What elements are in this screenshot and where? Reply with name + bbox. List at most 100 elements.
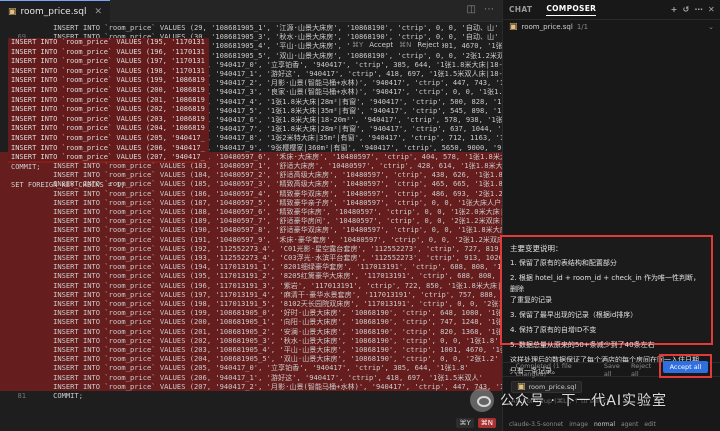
deleted-code-line[interactable]: INSERT INTO `room_price` VALUES (205, '9… bbox=[0, 363, 502, 373]
summary-point-2b: 了重复的记录 bbox=[510, 296, 552, 304]
tab-chat[interactable]: CHAT bbox=[509, 5, 532, 14]
save-all-button[interactable]: Save all bbox=[604, 362, 627, 378]
deleted-code-line[interactable]: INSERT INTO `room_price` VALUES (193, '1… bbox=[0, 253, 503, 263]
deleted-code-line[interactable]: INSERT INTO `room_price` VALUES (189, '1… bbox=[0, 216, 503, 226]
composer-bottom-bar: claude-3.5-sonnet image normal agent edi… bbox=[503, 418, 720, 431]
diff-line: INSERT INTO `room_price` VALUES (201, '1… bbox=[8, 95, 209, 106]
chevron-right-icon[interactable]: › bbox=[509, 366, 512, 374]
more-icon[interactable]: ⋯ bbox=[484, 4, 494, 15]
tab-composer[interactable]: COMPOSER bbox=[546, 4, 597, 16]
reject-file-button[interactable]: ⌘N bbox=[477, 418, 496, 428]
more-icon[interactable]: ⋯ bbox=[695, 5, 703, 14]
database-icon: ▣ bbox=[8, 6, 17, 17]
deleted-code-line[interactable]: INSERT INTO `room_price` VALUES (192, '1… bbox=[0, 243, 503, 253]
deleted-code-line[interactable]: INSERT INTO `room_price` VALUES (190, '1… bbox=[0, 225, 503, 235]
watermark-text: 公众号 · 下一代AI实验室 bbox=[500, 393, 668, 409]
deleted-code-line[interactable]: INSERT INTO `room_price` VALUES (194, '1… bbox=[0, 262, 503, 272]
code-text: INSERT INTO `room_price` VALUES (207, '9… bbox=[36, 381, 503, 391]
deleted-code-line[interactable]: INSERT INTO `room_price` VALUES (202, '1… bbox=[0, 335, 502, 345]
panel-tabs: CHAT COMPOSER + ↺ ⋯ ✕ bbox=[503, 0, 720, 20]
deleted-code-line[interactable]: INSERT INTO `room_price` VALUES (201, '1… bbox=[0, 326, 503, 336]
diff-file-name: room_price.sql bbox=[521, 23, 573, 31]
inline-diff-actions: ⌘Y Accept ⌘N Reject bbox=[349, 41, 443, 49]
code-text: INSERT INTO `room_price` VALUES (204, '1… bbox=[36, 354, 499, 364]
close-icon[interactable]: ✕ bbox=[708, 5, 715, 14]
diff-line: INSERT INTO `room_price` VALUES (199, '1… bbox=[8, 76, 209, 86]
mode-normal[interactable]: normal bbox=[594, 421, 615, 428]
diff-line: INSERT INTO `room_price` VALUES (205, '9… bbox=[8, 134, 209, 144]
code-text: COMMIT; bbox=[36, 391, 83, 400]
database-icon: ▣ bbox=[509, 22, 518, 32]
code-text: INSERT INTO `room_price` VALUES (205, '9… bbox=[36, 363, 469, 373]
deleted-code-line[interactable]: INSERT INTO `room_price` VALUES (203, '1… bbox=[0, 345, 503, 355]
chevron-down-icon[interactable]: ⌄ bbox=[708, 23, 714, 31]
diff-line: INSERT INTO `room_price` VALUES (198, '1… bbox=[8, 66, 209, 77]
code-text: INSERT INTO `room_price` VALUES (202, '1… bbox=[36, 335, 499, 345]
accept-shortcut: ⌘Y bbox=[352, 41, 364, 49]
code-text: INSERT INTO `room_price` VALUES (194, '1… bbox=[36, 262, 503, 272]
deleted-code-line[interactable]: INSERT INTO `room_price` VALUES (200, '1… bbox=[0, 317, 502, 327]
mode-agent[interactable]: agent bbox=[621, 421, 638, 428]
accept-all-button[interactable]: Accept all bbox=[663, 361, 708, 373]
inline-accept-button[interactable]: Accept bbox=[369, 41, 393, 49]
summary-heading: 主要变更说明： bbox=[510, 244, 563, 253]
code-line[interactable]: 81 COMMIT; bbox=[0, 391, 502, 400]
code-text: INSERT INTO `room_price` VALUES (192, '1… bbox=[36, 243, 503, 253]
image-button[interactable]: image bbox=[569, 421, 588, 428]
diff-file-count: 1/1 bbox=[576, 23, 589, 31]
deleted-code-line[interactable]: INSERT INTO `room_price` VALUES (191, '1… bbox=[0, 234, 503, 244]
deleted-code-line[interactable]: INSERT INTO `room_price` VALUES (198, '1… bbox=[0, 299, 502, 309]
composer-diff-preview: INSERT INTO `room_price` VALUES (195, '1… bbox=[8, 38, 209, 171]
code-text: INSERT INTO `room_price` VALUES (203, '1… bbox=[36, 345, 503, 354]
diff-line: INSERT INTO `room_price` VALUES (206, '9… bbox=[8, 143, 209, 154]
diff-line: INSERT INTO `room_price` VALUES (197, '1… bbox=[8, 57, 209, 67]
summary-point-5: 5. 数据总量从原来的50+条减少到了40条左右 bbox=[510, 341, 655, 349]
code-text: INSERT INTO `room_price` VALUES (191, '1… bbox=[36, 234, 503, 244]
summary-point-4: 4. 保持了原有的自增ID不变 bbox=[510, 326, 597, 334]
code-text: INSERT INTO `room_price` VALUES (193, '1… bbox=[36, 253, 503, 262]
code-text: INSERT INTO `room_price` VALUES (196, '1… bbox=[36, 280, 503, 290]
commit-line: COMMIT; bbox=[11, 162, 41, 171]
code-text: INSERT INTO `room_price` VALUES (189, '1… bbox=[36, 216, 503, 226]
diff-line: INSERT INTO `room_price` VALUES (196, '1… bbox=[8, 47, 209, 58]
deleted-code-line[interactable]: INSERT INTO `room_price` VALUES (207, '9… bbox=[0, 381, 503, 391]
deleted-code-line[interactable]: INSERT INTO `room_price` VALUES (186, '1… bbox=[0, 188, 502, 198]
reject-all-button[interactable]: Reject all bbox=[631, 362, 658, 378]
close-icon[interactable]: ✕ bbox=[94, 7, 102, 17]
code-text: INSERT INTO `room_price` VALUES (201, '1… bbox=[36, 326, 503, 336]
model-selector[interactable]: claude-3.5-sonnet bbox=[509, 421, 563, 428]
history-icon[interactable]: ↺ bbox=[683, 5, 690, 14]
code-text: INSERT INTO `room_price` VALUES (187, '1… bbox=[36, 197, 503, 207]
diff-line: INSERT INTO `room_price` VALUES (200, '1… bbox=[8, 86, 209, 96]
code-text: INSERT INTO `room_price` VALUES (195, '1… bbox=[36, 271, 503, 281]
watermark: 公众号 · 下一代AI实验室 bbox=[470, 388, 667, 412]
deleted-code-line[interactable]: INSERT INTO `room_price` VALUES (196, '1… bbox=[0, 280, 503, 290]
diff-line: INSERT INTO `room_price` VALUES (202, '1… bbox=[8, 105, 209, 115]
code-line[interactable]: INSERT INTO `room_price` VALUES (29, '10… bbox=[0, 23, 502, 32]
accept-file-button[interactable]: ⌘Y bbox=[456, 418, 474, 428]
deleted-code-line[interactable]: INSERT INTO `room_price` VALUES (188, '1… bbox=[0, 207, 502, 217]
diff-file-header[interactable]: ▣ room_price.sql 1/1 ⌄ bbox=[503, 20, 720, 34]
code-text: INSERT INTO `room_price` VALUES (29, '10… bbox=[36, 23, 499, 32]
editor-tab-room-price[interactable]: ▣ room_price.sql ✕ bbox=[0, 0, 111, 22]
diff-line: INSERT INTO `room_price` VALUES (207, '9… bbox=[8, 153, 209, 163]
deleted-code-line[interactable]: INSERT INTO `room_price` VALUES (199, '1… bbox=[0, 308, 503, 318]
inline-reject-button[interactable]: Reject bbox=[417, 41, 439, 49]
completed-status: Completed (1 file changed) bbox=[515, 361, 572, 378]
deleted-code-line[interactable]: INSERT INTO `room_price` VALUES (204, '1… bbox=[0, 354, 502, 364]
deleted-code-line[interactable]: INSERT INTO `room_price` VALUES (197, '1… bbox=[0, 289, 503, 299]
reject-shortcut: ⌘N bbox=[399, 41, 412, 49]
deleted-code-line[interactable]: INSERT INTO `room_price` VALUES (187, '1… bbox=[0, 197, 503, 207]
wechat-logo-icon bbox=[470, 388, 494, 412]
split-editor-icon[interactable]: ◫ bbox=[467, 4, 476, 15]
deleted-code-line[interactable]: INSERT INTO `room_price` VALUES (195, '1… bbox=[0, 271, 503, 281]
diff-line: INSERT INTO `room_price` VALUES (203, '1… bbox=[8, 114, 209, 125]
mode-edit[interactable]: edit bbox=[644, 421, 656, 428]
code-text: INSERT INTO `room_price` VALUES (197, '1… bbox=[36, 289, 503, 299]
code-text: INSERT INTO `room_price` VALUES (199, '1… bbox=[36, 308, 503, 318]
deleted-code-line[interactable]: INSERT INTO `room_price` VALUES (206, '9… bbox=[0, 372, 502, 382]
fk-check-line: SET FOREIGN_KEY_CHECKS = 1; bbox=[11, 181, 125, 189]
code-text: INSERT INTO `room_price` VALUES (190, '1… bbox=[36, 225, 503, 235]
editor-tab-bar: ▣ room_price.sql ✕ ◫ ⋯ bbox=[0, 0, 502, 22]
add-icon[interactable]: + bbox=[671, 5, 678, 14]
